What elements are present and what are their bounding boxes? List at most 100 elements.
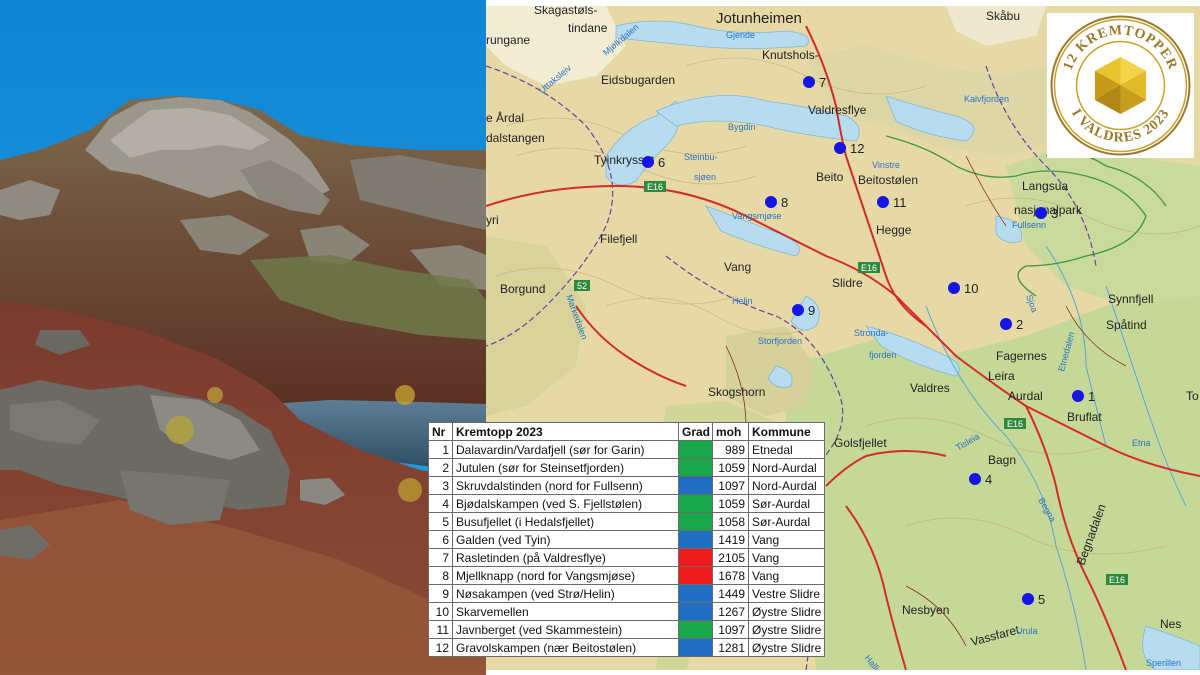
water-urula: Urula <box>1016 626 1038 636</box>
peak-number-2: 2 <box>1016 317 1023 332</box>
road-e16-badge-4: E16 <box>1106 574 1128 585</box>
peak-number-11: 11 <box>893 195 907 210</box>
peak-marker-6[interactable] <box>642 156 654 168</box>
table-row: 7 Rasletinden (på Valdresflye) 2105 Vang <box>428 548 825 567</box>
row-moh: 2105 <box>712 548 749 567</box>
peak-marker-11[interactable] <box>877 196 889 208</box>
row-kommune: Øystre Slidre <box>748 620 825 639</box>
table-row: 9 Nøsakampen (ved Strø/Helin) 1449 Vestre S… <box>428 584 825 603</box>
peak-marker-10[interactable] <box>948 282 960 294</box>
header-kremtopp: Kremtopp 2023 <box>452 422 679 441</box>
row-moh: 1419 <box>712 530 749 549</box>
row-grad <box>678 548 713 567</box>
peak-marker-4[interactable] <box>969 473 981 485</box>
peak-marker-9[interactable] <box>792 304 804 316</box>
place-hegge: Hegge <box>876 223 912 237</box>
header-kommune: Kommune <box>748 422 825 441</box>
table-row: 12 Gravolskampen (nær Beitostølen) 1281 Øys… <box>428 638 825 657</box>
place-valdresflye: Valdresflye <box>808 103 867 117</box>
row-grad <box>678 602 713 621</box>
row-nr: 1 <box>428 440 453 459</box>
row-kommune: Øystre Slidre <box>748 638 825 657</box>
row-nr: 5 <box>428 512 453 531</box>
row-name: Bjødalskampen (ved S. Fjellstølen) <box>452 494 679 513</box>
row-moh: 989 <box>712 440 749 459</box>
row-name: Mjellknapp (nord for Vangsmjøse) <box>452 566 679 585</box>
place-borgund: Borgund <box>500 282 545 296</box>
row-kommune: Vang <box>748 566 825 585</box>
water-fjorden: fjorden <box>869 350 897 360</box>
row-name: Javnberget (ved Skammestein) <box>452 620 679 639</box>
row-moh: 1058 <box>712 512 749 531</box>
place-nes: Nes <box>1160 617 1181 631</box>
place-golsfjellet: Golsfjellet <box>834 436 887 450</box>
water-helin: Helin <box>732 296 753 306</box>
mountain-landscape-image <box>0 0 486 675</box>
row-nr: 2 <box>428 458 453 477</box>
row-moh: 1678 <box>712 566 749 585</box>
row-kommune: Nord-Aurdal <box>748 476 825 495</box>
row-grad <box>678 566 713 585</box>
place-synnfjell: Synnfjell <box>1108 292 1153 306</box>
road-e16-badge-2: E16 <box>858 262 880 273</box>
place-fagernes: Fagernes <box>996 349 1047 363</box>
row-grad <box>678 440 713 459</box>
peak-marker-12[interactable] <box>834 142 846 154</box>
table-row: 11 Javnberget (ved Skammestein) 1097 Øystre… <box>428 620 825 639</box>
row-nr: 7 <box>428 548 453 567</box>
row-nr: 4 <box>428 494 453 513</box>
row-moh: 1059 <box>712 458 749 477</box>
row-moh: 1267 <box>712 602 749 621</box>
row-grad <box>678 494 713 513</box>
row-kommune: Vang <box>748 530 825 549</box>
kremtopper-badge: 12 KREMTOPPER I VALDRES 2023 <box>1047 13 1194 158</box>
row-kommune: Vestre Slidre <box>748 584 825 603</box>
table-row: 6 Galden (ved Tyin) 1419 Vang <box>428 530 825 549</box>
peak-marker-2[interactable] <box>1000 318 1012 330</box>
svg-text:52: 52 <box>577 281 587 291</box>
svg-text:E16: E16 <box>1007 419 1023 429</box>
row-name: Galden (ved Tyin) <box>452 530 679 549</box>
peak-marker-5[interactable] <box>1022 593 1034 605</box>
peak-number-12: 12 <box>850 141 864 156</box>
row-grad <box>678 530 713 549</box>
place-skabu: Skåbu <box>986 9 1020 23</box>
place-bruflat: Bruflat <box>1067 410 1102 424</box>
svg-text:E16: E16 <box>647 182 663 192</box>
svg-text:E16: E16 <box>1109 575 1125 585</box>
mountain-photo <box>0 0 486 675</box>
kremtopp-table: Nr Kremtopp 2023 Grad moh Kommune 1 Dalav… <box>428 422 825 657</box>
row-kommune: Etnedal <box>748 440 825 459</box>
row-kommune: Nord-Aurdal <box>748 458 825 477</box>
place-langsua: Langsua <box>1022 179 1068 193</box>
road-e16-badge-3: E16 <box>1004 418 1026 429</box>
water-bygdin: Bygdin <box>728 122 756 132</box>
place-skagastols: Skagastøls- <box>534 6 597 17</box>
peak-marker-3[interactable] <box>1035 207 1047 219</box>
place-valdres: Valdres <box>910 381 950 395</box>
row-moh: 1449 <box>712 584 749 603</box>
row-name: Gravolskampen (nær Beitostølen) <box>452 638 679 657</box>
row-name: Skarvemellen <box>452 602 679 621</box>
peak-marker-1[interactable] <box>1072 390 1084 402</box>
table-row: 4 Bjødalskampen (ved S. Fjellstølen) 1059 S… <box>428 494 825 513</box>
row-kommune: Øystre Slidre <box>748 602 825 621</box>
row-nr: 6 <box>428 530 453 549</box>
peak-number-6: 6 <box>658 155 665 170</box>
row-moh: 1281 <box>712 638 749 657</box>
place-yri: yri <box>486 213 499 227</box>
peak-number-10: 10 <box>964 281 978 296</box>
water-steinbusjoen: Steinbu- <box>684 152 718 162</box>
row-grad <box>678 584 713 603</box>
place-knutsholstind: Knutshols- <box>762 48 819 62</box>
row-moh: 1097 <box>712 620 749 639</box>
row-nr: 3 <box>428 476 453 495</box>
peak-marker-7[interactable] <box>803 76 815 88</box>
row-name: Nøsakampen (ved Strø/Helin) <box>452 584 679 603</box>
peak-marker-8[interactable] <box>765 196 777 208</box>
row-name: Skruvdalstinden (nord for Fullsenn) <box>452 476 679 495</box>
table-row: 3 Skruvdalstinden (nord for Fullsenn) 1097… <box>428 476 825 495</box>
row-grad <box>678 476 713 495</box>
water-sperillen: Sperillen <box>1146 658 1181 668</box>
row-kommune: Sør-Aurdal <box>748 512 825 531</box>
